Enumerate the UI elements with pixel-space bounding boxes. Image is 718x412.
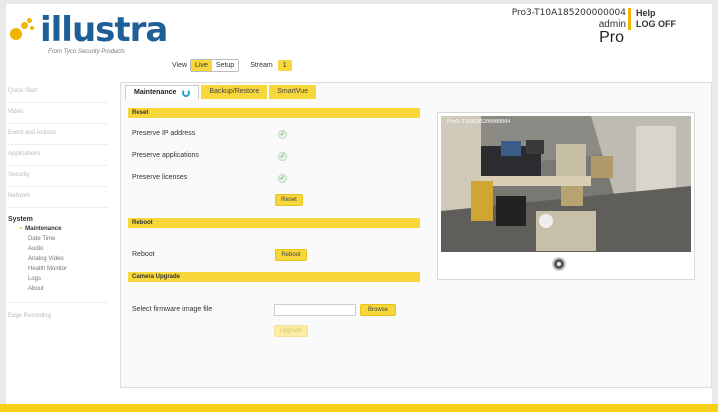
view-controls: View Live Setup Stream 1 xyxy=(172,59,292,72)
tab-maintenance-label: Maintenance xyxy=(134,89,177,96)
logo-text: illustra xyxy=(40,10,168,50)
sidebar-subitem-logs[interactable]: Logs xyxy=(8,276,108,286)
camera-video-feed: Pro3-T10A185200000004 xyxy=(441,116,691,252)
logo-subtitle: From Tyco Security Products xyxy=(48,49,125,55)
live-preview: Pro3-T10A185200000004 xyxy=(437,112,695,280)
sidebar-subitem-audio[interactable]: Audio xyxy=(8,246,108,256)
help-logoff: Help LOG OFF xyxy=(628,8,676,30)
preserve-licenses-checkbox[interactable]: ✓ xyxy=(278,174,287,183)
illustra-logo: illustra From Tyco Security Products xyxy=(10,10,168,55)
upgrade-button: Upgrade xyxy=(274,325,308,337)
preserve-licenses-label: Preserve licenses xyxy=(132,174,188,181)
sidebar-item-events[interactable]: Event and Actions xyxy=(8,124,108,145)
tab-backup-restore[interactable]: Backup/Restore xyxy=(201,85,268,99)
firmware-file-input[interactable] xyxy=(274,304,356,316)
help-link[interactable]: Help xyxy=(636,8,676,19)
reset-button[interactable]: Reset xyxy=(275,194,303,206)
sidebar-item-system[interactable]: System xyxy=(8,208,108,226)
view-toggle: Live Setup xyxy=(190,59,240,72)
tab-smartvue[interactable]: SmartVue xyxy=(269,85,317,99)
footer-bar xyxy=(0,404,718,412)
preserve-apps-label: Preserve applications xyxy=(132,152,199,159)
snapshot-icon[interactable] xyxy=(552,257,566,271)
preserve-apps-checkbox[interactable]: ✓ xyxy=(278,152,287,161)
reboot-button[interactable]: Reboot xyxy=(275,249,307,261)
refresh-icon[interactable] xyxy=(182,88,191,97)
reboot-label: Reboot xyxy=(132,251,155,258)
sidebar-subitem-about[interactable]: About xyxy=(8,286,108,296)
logo-dots-icon xyxy=(10,18,38,42)
stream-select[interactable]: 1 xyxy=(277,60,292,71)
stream-label: Stream xyxy=(250,62,273,69)
camera-upgrade-section-header: Camera Upgrade xyxy=(128,272,420,282)
sidebar-subitem-analog-video[interactable]: Analog Video xyxy=(8,256,108,266)
tab-maintenance[interactable]: Maintenance xyxy=(125,85,200,99)
model-label: Pro xyxy=(599,29,624,46)
preserve-ip-label: Preserve IP address xyxy=(132,130,196,137)
device-info: Pro3-T10A185200000004 admin Pro xyxy=(511,8,626,46)
office-scene xyxy=(441,116,691,252)
setup-button[interactable]: Setup xyxy=(211,60,239,71)
sidebar-item-video[interactable]: Video xyxy=(8,103,108,124)
browse-button[interactable]: Browse xyxy=(360,304,396,316)
reboot-section-header: Reboot xyxy=(128,218,420,228)
device-name: Pro3-T10A185200000004 xyxy=(511,8,626,18)
sidebar-subitem-health-monitor[interactable]: Health Monitor xyxy=(8,266,108,276)
live-button[interactable]: Live xyxy=(191,60,212,71)
tab-bar: Maintenance Backup/Restore SmartVue xyxy=(125,85,317,99)
select-firmware-label: Select firmware image file xyxy=(132,306,213,313)
sidebar-item-quick-start[interactable]: Quick Start xyxy=(8,82,108,103)
sidebar-item-applications[interactable]: Applications xyxy=(8,145,108,166)
video-overlay-text: Pro3-T10A185200000004 xyxy=(447,119,511,125)
sidebar: Quick Start Video Event and Actions Appl… xyxy=(8,82,108,324)
sidebar-item-edge-recording[interactable]: Edge Recording xyxy=(8,302,108,324)
sidebar-subitem-maintenance[interactable]: Maintenance xyxy=(8,226,108,236)
view-label: View xyxy=(172,62,188,69)
sidebar-item-security[interactable]: Security xyxy=(8,166,108,187)
sidebar-item-network[interactable]: Network xyxy=(8,187,108,208)
reset-section-header: Reset xyxy=(128,108,420,118)
preserve-ip-checkbox[interactable]: ✓ xyxy=(278,130,287,139)
sidebar-subitem-date-time[interactable]: Date Time xyxy=(8,236,108,246)
logoff-link[interactable]: LOG OFF xyxy=(636,19,676,30)
